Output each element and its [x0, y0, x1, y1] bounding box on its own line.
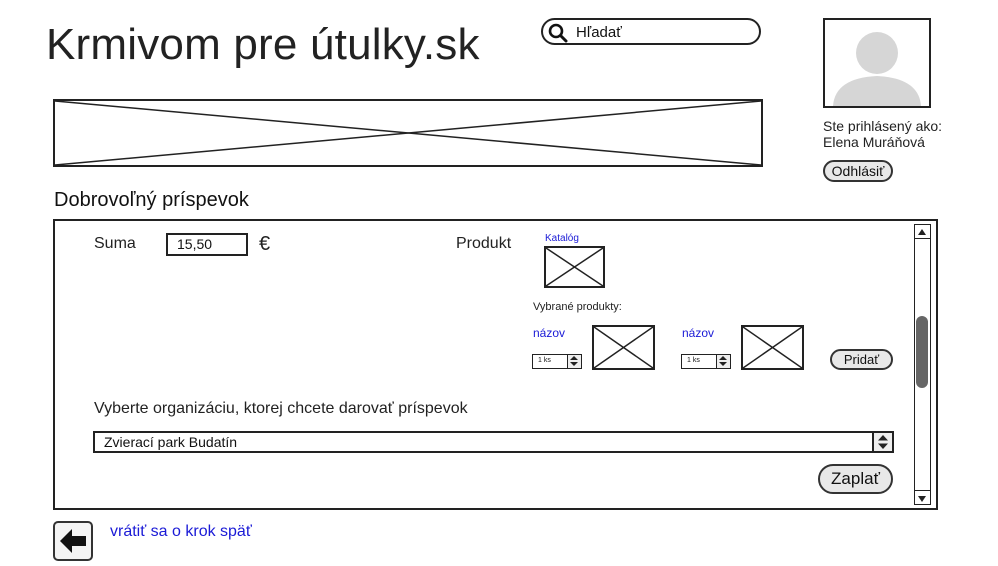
site-title: Krmivom pre útulky.sk	[46, 20, 480, 69]
currency-symbol: €	[259, 233, 271, 255]
logout-button[interactable]: Odhlásiť	[823, 160, 893, 182]
organization-select[interactable]: Zvierací park Budatín	[93, 431, 894, 453]
logged-in-label: Ste prihlásený ako:	[823, 118, 943, 134]
image-placeholder-icon	[593, 326, 654, 369]
scroll-up-icon[interactable]	[915, 225, 930, 239]
amount-input[interactable]: 15,50	[166, 233, 248, 256]
product-name[interactable]: názov	[682, 326, 714, 340]
search-box[interactable]: Hľadať	[541, 18, 761, 45]
vertical-scrollbar[interactable]	[914, 224, 931, 505]
pay-button[interactable]: Zaplať	[818, 464, 893, 494]
banner-image-placeholder	[53, 99, 763, 167]
organization-prompt: Vyberte organizáciu, ktorej chcete darov…	[94, 400, 468, 417]
back-button[interactable]	[53, 521, 93, 561]
up-down-arrows-icon[interactable]	[716, 355, 730, 368]
user-name: Elena Muráňová	[823, 134, 925, 150]
amount-label: Suma	[94, 235, 136, 252]
image-placeholder-icon	[54, 100, 762, 166]
up-down-arrows-icon[interactable]	[872, 433, 892, 451]
product-label: Produkt	[456, 235, 512, 252]
search-input[interactable]: Hľadať	[576, 24, 622, 41]
catalog-image[interactable]	[544, 246, 605, 288]
product-image	[741, 325, 804, 370]
back-link[interactable]: vrátiť sa o krok späť	[110, 523, 252, 541]
avatar	[823, 18, 931, 108]
scrollbar-thumb[interactable]	[916, 316, 928, 388]
image-placeholder-icon	[742, 326, 803, 369]
organization-selected-value: Zvierací park Budatín	[104, 434, 238, 450]
product-name[interactable]: názov	[533, 326, 565, 340]
arrow-left-icon	[60, 529, 86, 553]
up-down-arrows-icon[interactable]	[567, 355, 581, 368]
catalog-link[interactable]: Katalóg	[545, 233, 579, 244]
search-icon	[548, 23, 568, 43]
quantity-stepper[interactable]: 1 ks	[532, 354, 582, 369]
image-placeholder-icon	[545, 247, 604, 287]
user-silhouette-icon	[833, 32, 921, 106]
section-title: Dobrovoľný príspevok	[54, 189, 249, 211]
donation-panel	[53, 219, 938, 510]
add-product-button[interactable]: Pridať	[830, 349, 893, 370]
quantity-value: 1 ks	[538, 357, 551, 364]
scroll-down-icon[interactable]	[915, 490, 930, 504]
quantity-stepper[interactable]: 1 ks	[681, 354, 731, 369]
product-image	[592, 325, 655, 370]
quantity-value: 1 ks	[687, 357, 700, 364]
logged-in-info: Ste prihlásený ako: Elena Muráňová	[823, 118, 942, 150]
selected-products-label: Vybrané produkty:	[533, 301, 622, 313]
